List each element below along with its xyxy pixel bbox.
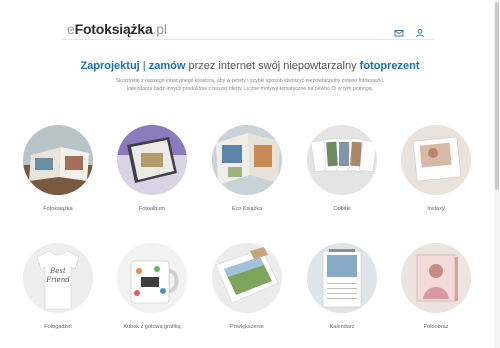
logo-prefix: e xyxy=(67,21,75,37)
product-image xyxy=(401,125,471,195)
product-label: Eco Książka xyxy=(231,206,263,212)
product-odbitki[interactable]: Odbitki xyxy=(299,125,385,212)
product-fotoksiazka[interactable]: Fotoksiążka xyxy=(15,125,101,212)
product-label: Fotoobraz xyxy=(423,324,449,330)
product-label: Fotoksiążka xyxy=(43,206,73,212)
product-label: Fotoalbum xyxy=(139,206,165,212)
user-icon[interactable] xyxy=(415,25,425,38)
product-image xyxy=(23,125,93,195)
headline-middle: przez internet swój niepowtarzalny xyxy=(185,60,360,72)
product-label: Kubek z gotową grafiką xyxy=(123,324,181,330)
mail-icon[interactable] xyxy=(394,25,404,37)
header: eFotoksiążka.pl xyxy=(62,18,434,40)
product-fotogadzet[interactable]: Best Friend Fotogadżet xyxy=(15,243,101,330)
hero-headline: Zaprojektuj | zamów przez internet swój … xyxy=(0,60,500,72)
product-label: Instaxy xyxy=(427,206,445,212)
page-scrollbar[interactable] xyxy=(494,0,500,348)
svg-text:Friend: Friend xyxy=(45,276,70,284)
product-image xyxy=(212,125,282,195)
page: eFotoksiążka.pl Zaprojektuj | zamów prze… xyxy=(0,0,500,348)
headline-order: zamów xyxy=(148,60,186,72)
product-instaxy[interactable]: Instaxy xyxy=(393,125,479,212)
product-image: Best Friend xyxy=(23,243,93,313)
product-kalendarz[interactable]: Kalendarz xyxy=(299,243,385,330)
product-label: Powiększenie xyxy=(230,324,264,330)
product-image xyxy=(307,243,377,313)
headline-design: Zaprojektuj xyxy=(80,60,140,72)
product-image xyxy=(401,243,471,313)
product-label: Odbitki xyxy=(333,206,351,212)
product-eco-ksiazka[interactable]: Eco Książka xyxy=(204,125,290,212)
product-image xyxy=(117,243,187,313)
product-image xyxy=(307,125,377,195)
hero-description: Skorzystaj z naszego intuicyjnego kreato… xyxy=(115,78,385,92)
product-fotoalbum[interactable]: Fotoalbum xyxy=(109,125,195,212)
product-image xyxy=(117,125,187,195)
product-image xyxy=(212,243,282,313)
product-label: Kalendarz xyxy=(329,324,355,330)
svg-text:Best: Best xyxy=(49,267,66,275)
scrollbar-thumb[interactable] xyxy=(495,2,499,190)
logo-suffix: .pl xyxy=(152,21,167,37)
headline-separator: | xyxy=(139,60,149,72)
product-label: Fotogadżet xyxy=(44,324,72,330)
headline-gift: fotoprezent xyxy=(359,60,420,72)
product-fotoobraz[interactable]: Fotoobraz xyxy=(393,243,479,330)
logo-main: Fotoksiążka xyxy=(74,21,153,37)
product-kubek[interactable]: Kubek z gotową grafiką xyxy=(109,243,195,330)
logo[interactable]: eFotoksiążka.pl xyxy=(67,21,167,37)
product-powiekszenie[interactable]: Powiększenie xyxy=(204,243,290,330)
